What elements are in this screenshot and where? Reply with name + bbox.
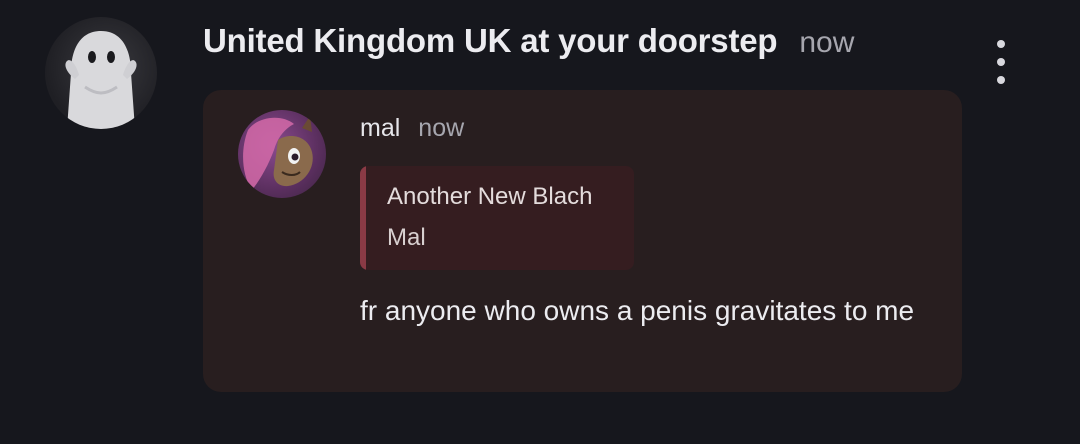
dot [997, 40, 1005, 48]
pony-icon [243, 116, 313, 190]
message-header: United Kingdom UK at your doorstep now [203, 22, 854, 60]
sender-avatar[interactable] [45, 17, 157, 129]
dot [997, 76, 1005, 84]
forwarded-timestamp: now [418, 114, 465, 142]
forwarded-author-avatar[interactable] [238, 110, 326, 198]
more-options-icon[interactable] [986, 40, 1016, 84]
forwarded-author-name[interactable]: mal [360, 114, 400, 143]
sender-name[interactable]: United Kingdom UK at your doorstep [203, 22, 778, 60]
quote-accent-bar [360, 166, 366, 270]
forwarded-header: mal now [360, 114, 464, 143]
forwarded-message-bubble[interactable]: mal now Another New Blach Mal fr anyone … [203, 90, 962, 392]
dot [997, 58, 1005, 66]
chat-screen: United Kingdom UK at your doorstep now m… [0, 0, 1080, 444]
reply-quote[interactable]: Another New Blach Mal [360, 166, 634, 270]
message-text: fr anyone who owns a penis gravitates to… [360, 295, 915, 326]
quote-body: Mal [387, 224, 426, 251]
ghost-icon [65, 31, 137, 129]
quote-title: Another New Blach [387, 183, 593, 210]
message-timestamp: now [799, 26, 855, 59]
